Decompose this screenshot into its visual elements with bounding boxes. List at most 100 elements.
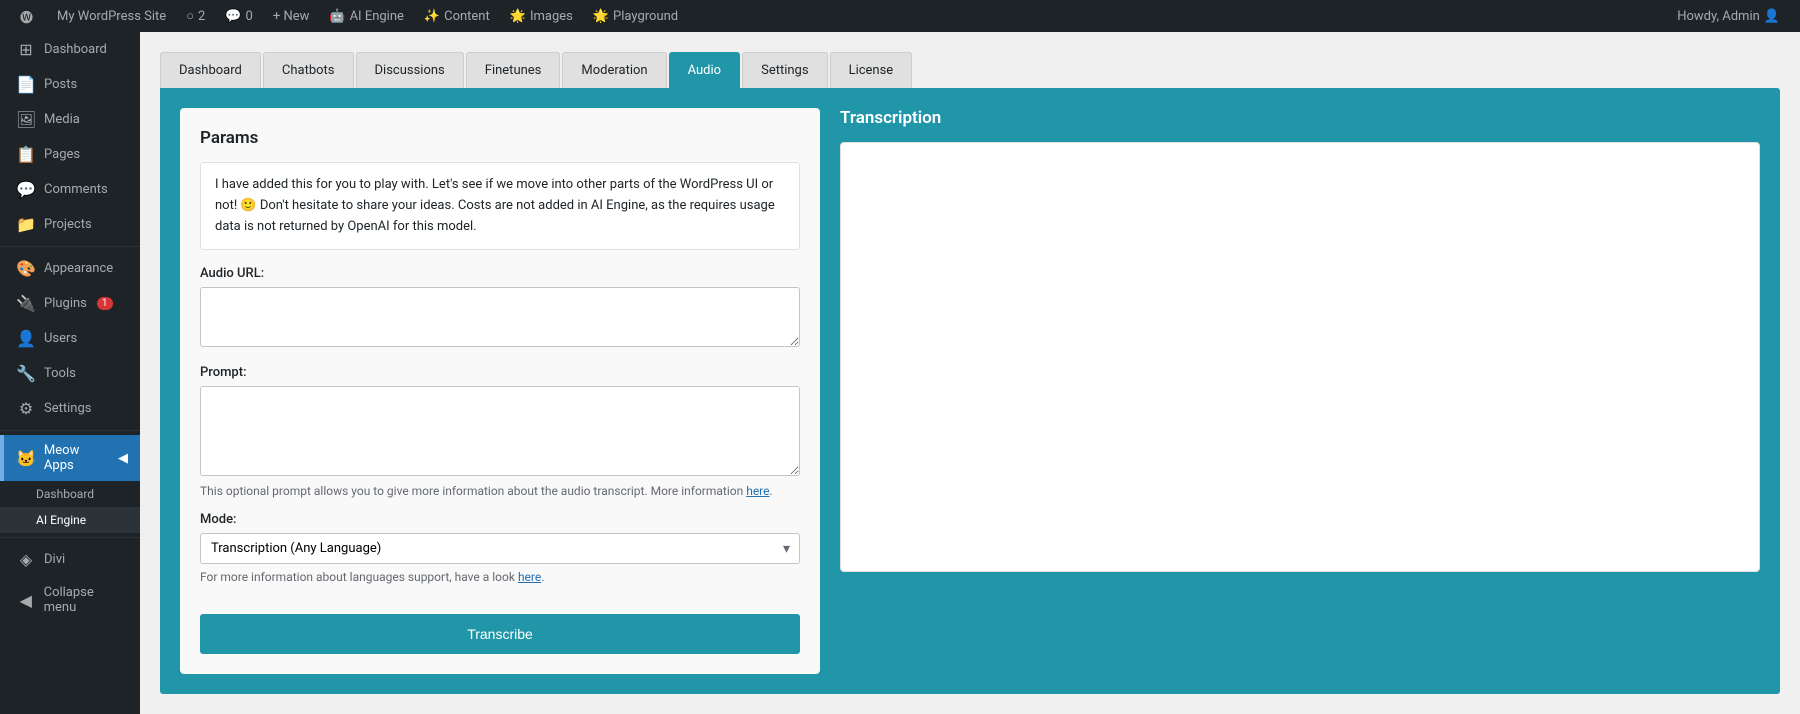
sidebar-item-meow-apps[interactable]: 🐱 Meow Apps ◀	[0, 435, 140, 481]
audio-panel: Params I have added this for you to play…	[160, 88, 1780, 694]
sidebar-item-users[interactable]: 👤 Users	[0, 321, 140, 356]
tab-audio[interactable]: Audio	[669, 52, 740, 88]
sidebar-item-label: Posts	[44, 77, 77, 92]
revisions-icon: ○	[186, 8, 194, 24]
site-name-link[interactable]: My WordPress Site	[49, 0, 174, 32]
tools-icon: 🔧	[16, 364, 36, 383]
audio-url-input[interactable]	[200, 287, 800, 347]
tab-settings[interactable]: Settings	[742, 52, 827, 88]
divi-icon: ◈	[16, 550, 36, 569]
plugins-badge: 1	[97, 297, 113, 310]
admin-bar: 🅦 My WordPress Site ○ 2 💬 0 + New 🤖 AI E…	[0, 0, 1800, 32]
prompt-input[interactable]	[200, 386, 800, 476]
tab-bar: Dashboard Chatbots Discussions Finetunes…	[160, 52, 1780, 88]
mode-select[interactable]: Transcription (Any Language) Translation…	[200, 533, 800, 564]
revisions-link[interactable]: ○ 2	[178, 0, 213, 32]
sidebar-item-appearance[interactable]: 🎨 Appearance	[0, 251, 140, 286]
collapse-icon: ◀	[16, 591, 36, 610]
playground-icon: 🌟	[593, 9, 609, 24]
sidebar-item-label: Settings	[44, 401, 91, 416]
sidebar-item-label: Divi	[44, 552, 65, 567]
tab-discussions[interactable]: Discussions	[356, 52, 464, 88]
sidebar-item-pages[interactable]: 📋 Pages	[0, 137, 140, 172]
sidebar-item-projects[interactable]: 📁 Projects	[0, 207, 140, 242]
avatar-icon: 👤	[1764, 9, 1780, 24]
pages-icon: 📋	[16, 145, 36, 164]
mode-select-wrapper: Transcription (Any Language) Translation…	[200, 533, 800, 564]
tab-moderation[interactable]: Moderation	[562, 52, 666, 88]
prompt-label: Prompt:	[200, 365, 800, 380]
sidebar-item-label: Media	[44, 112, 80, 127]
plugins-icon: 🔌	[16, 294, 36, 313]
menu-separator-2	[0, 430, 140, 431]
sidebar-item-tools[interactable]: 🔧 Tools	[0, 356, 140, 391]
sidebar-item-label: Comments	[44, 182, 108, 197]
sidebar-item-label: Users	[44, 331, 77, 346]
sidebar-item-comments[interactable]: 💬 Comments	[0, 172, 140, 207]
new-link[interactable]: + New	[265, 0, 318, 32]
sidebar-item-label: Meow Apps	[44, 443, 110, 473]
sidebar-item-label: Pages	[44, 147, 80, 162]
sidebar-item-label: Dashboard	[44, 42, 107, 57]
sidebar-item-label: Projects	[44, 217, 92, 232]
tab-finetunes[interactable]: Finetunes	[466, 52, 561, 88]
transcription-card: Transcription	[840, 108, 1760, 674]
submenu-label: Dashboard	[36, 487, 94, 501]
transcribe-button[interactable]: Transcribe	[200, 614, 800, 654]
prompt-helper-link[interactable]: here	[746, 484, 769, 498]
media-icon: 🖼	[16, 110, 36, 129]
posts-icon: 📄	[16, 75, 36, 94]
submenu-label: AI Engine	[36, 513, 86, 527]
sidebar-item-media[interactable]: 🖼 Media	[0, 102, 140, 137]
sidebar-item-label: Appearance	[44, 261, 113, 276]
params-card: Params I have added this for you to play…	[180, 108, 820, 674]
menu-separator-3	[0, 537, 140, 538]
submenu-item-dashboard[interactable]: Dashboard	[0, 481, 140, 507]
sidebar-item-label: Collapse menu	[44, 585, 128, 615]
meow-apps-icon: 🐱	[16, 449, 36, 468]
sidebar-item-label: Plugins	[44, 296, 87, 311]
comments-link[interactable]: 💬 0	[217, 0, 261, 32]
wp-logo[interactable]: 🅦	[12, 0, 41, 32]
sidebar-item-dashboard[interactable]: ⊞ Dashboard	[0, 32, 140, 67]
tab-chatbots[interactable]: Chatbots	[263, 52, 354, 88]
dashboard-icon: ⊞	[16, 40, 36, 59]
ai-engine-link[interactable]: 🤖 AI Engine	[321, 0, 412, 32]
projects-icon: 📁	[16, 215, 36, 234]
mode-label: Mode:	[200, 512, 800, 527]
collapse-arrow-icon: ◀	[118, 451, 128, 466]
sidebar-item-posts[interactable]: 📄 Posts	[0, 67, 140, 102]
howdy-label[interactable]: Howdy, Admin 👤	[1669, 0, 1788, 32]
audio-url-label: Audio URL:	[200, 266, 800, 281]
wp-icon: 🅦	[20, 7, 33, 26]
sidebar-item-settings[interactable]: ⚙ Settings	[0, 391, 140, 426]
ai-engine-icon: 🤖	[329, 9, 345, 24]
transcription-textarea[interactable]	[840, 142, 1760, 572]
sidebar-item-label: Tools	[44, 366, 76, 381]
content-icon: ✨	[424, 9, 440, 24]
mode-helper-text: For more information about languages sup…	[200, 570, 800, 584]
content-link[interactable]: ✨ Content	[416, 0, 498, 32]
playground-link[interactable]: 🌟 Playground	[585, 0, 686, 32]
settings-icon: ⚙	[16, 399, 36, 418]
tab-dashboard[interactable]: Dashboard	[160, 52, 261, 88]
sidebar-item-plugins[interactable]: 🔌 Plugins 1	[0, 286, 140, 321]
main-content: Dashboard Chatbots Discussions Finetunes…	[140, 32, 1800, 714]
params-title: Params	[200, 128, 800, 148]
submenu-item-ai-engine[interactable]: AI Engine	[0, 507, 140, 533]
comments-menu-icon: 💬	[16, 180, 36, 199]
users-icon: 👤	[16, 329, 36, 348]
images-link[interactable]: 🌟 Images	[502, 0, 581, 32]
images-icon: 🌟	[510, 9, 526, 24]
sidebar: ⊞ Dashboard 📄 Posts 🖼 Media 📋 Pages 💬 Co…	[0, 32, 140, 714]
transcription-title: Transcription	[840, 108, 1760, 128]
sidebar-item-collapse[interactable]: ◀ Collapse menu	[0, 577, 140, 623]
tab-license[interactable]: License	[830, 52, 913, 88]
info-box: I have added this for you to play with. …	[200, 162, 800, 250]
appearance-icon: 🎨	[16, 259, 36, 278]
mode-helper-link[interactable]: here	[518, 570, 541, 584]
comments-icon: 💬	[225, 9, 241, 24]
prompt-helper-text: This optional prompt allows you to give …	[200, 484, 800, 498]
sidebar-item-divi[interactable]: ◈ Divi	[0, 542, 140, 577]
menu-separator-1	[0, 246, 140, 247]
